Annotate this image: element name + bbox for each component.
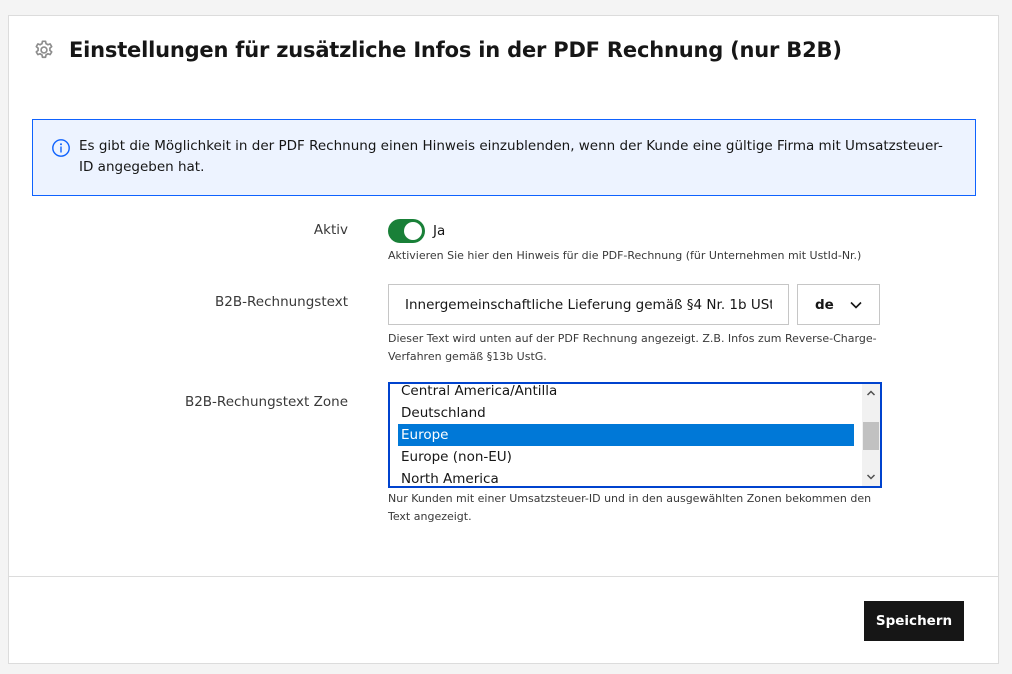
active-toggle[interactable] bbox=[388, 219, 425, 243]
save-button[interactable]: Speichern bbox=[864, 601, 964, 641]
zone-option[interactable]: Central America/Antilla bbox=[390, 384, 856, 402]
settings-card: Einstellungen für zusätzliche Infos in d… bbox=[8, 15, 999, 664]
toggle-state-text: Ja bbox=[433, 223, 446, 239]
scroll-down-icon[interactable] bbox=[866, 472, 876, 482]
language-select[interactable]: de bbox=[797, 284, 880, 325]
zone-listbox[interactable]: Central America/Antilla Deutschland Euro… bbox=[388, 382, 882, 488]
b2b-text-helper: Dieser Text wird unten auf der PDF Rechn… bbox=[388, 332, 877, 363]
zone-helper-text: Nur Kunden mit einer Umsatzsteuer-ID und… bbox=[388, 492, 872, 523]
info-notification: Es gibt die Möglichkeit in der PDF Rechn… bbox=[32, 119, 976, 196]
b2b-text-input[interactable] bbox=[388, 284, 789, 325]
gear-icon bbox=[35, 40, 53, 59]
language-value: de bbox=[815, 296, 834, 313]
b2b-text-label: B2B-Rechnungstext bbox=[215, 294, 348, 310]
listbox-scrollbar[interactable] bbox=[862, 384, 880, 486]
zone-option[interactable]: Europe (non-EU) bbox=[390, 446, 856, 468]
zone-option[interactable]: North America bbox=[390, 468, 856, 486]
info-icon bbox=[52, 139, 70, 157]
zone-options: Central America/Antilla Deutschland Euro… bbox=[390, 384, 856, 486]
scroll-up-icon[interactable] bbox=[866, 388, 876, 398]
page-title: Einstellungen für zusätzliche Infos in d… bbox=[69, 38, 842, 62]
toggle-knob bbox=[404, 222, 422, 240]
zone-option-selected[interactable]: Europe bbox=[398, 424, 854, 446]
chevron-down-icon bbox=[850, 301, 862, 309]
scrollbar-thumb[interactable] bbox=[863, 422, 879, 450]
info-text: Es gibt die Möglichkeit in der PDF Rechn… bbox=[79, 138, 943, 175]
card-header: Einstellungen für zusätzliche Infos in d… bbox=[33, 38, 842, 62]
active-label: Aktiv bbox=[313, 222, 348, 238]
footer-divider bbox=[9, 576, 998, 577]
zone-label: B2B-Rechungstext Zone bbox=[184, 394, 348, 410]
zone-option[interactable]: Deutschland bbox=[390, 402, 856, 424]
active-helper-text: Aktivieren Sie hier den Hinweis für die … bbox=[388, 249, 862, 262]
